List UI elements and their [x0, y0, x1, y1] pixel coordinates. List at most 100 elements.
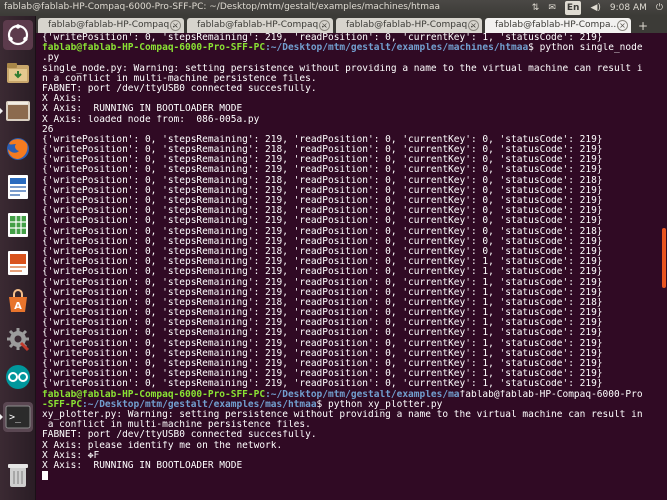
line-text: {'writePosition': 0, 'stepsRemaining': 2…: [42, 175, 603, 186]
terminal-window-icon[interactable]: [0, 96, 33, 126]
power-icon[interactable]: ⏻: [656, 1, 663, 15]
prompt-user: -SFF-PC: [42, 399, 83, 410]
files-icon[interactable]: [3, 58, 33, 88]
line-text: {'writePosition': 0, 'stepsRemaining': 2…: [42, 338, 603, 349]
terminal-line: {'writePosition': 0, 'stepsRemaining': 2…: [42, 196, 660, 206]
line-text: {'writePosition': 0, 'stepsRemaining': 2…: [42, 318, 603, 329]
close-tab-icon[interactable]: ×: [170, 20, 181, 31]
terminal-line: {'writePosition': 0, 'stepsRemaining': 2…: [42, 318, 660, 328]
terminal-scrollbar[interactable]: [660, 33, 667, 500]
line-text: {'writePosition': 0, 'stepsRemaining': 2…: [42, 206, 603, 217]
prompt-path: :~/Desktop/mtm/gestalt/examples/mas/htma…: [82, 399, 317, 410]
line-text: {'writePosition': 0, 'stepsRemaining': 2…: [42, 196, 603, 206]
clock[interactable]: 9:08 AM: [610, 1, 647, 15]
close-tab-icon[interactable]: ×: [319, 20, 330, 31]
line-text: X Axis: RUNNING IN BOOTLOADER MODE: [42, 104, 243, 115]
terminal-line: {'writePosition': 0, 'stepsRemaining': 2…: [42, 216, 660, 226]
launcher: A >_: [0, 16, 36, 500]
line-text: {'writePosition': 0, 'stepsRemaining': 2…: [42, 246, 603, 257]
arduino-icon[interactable]: [3, 362, 33, 392]
terminal-tab[interactable]: fablab@fablab-HP-Compaq... ×: [187, 18, 333, 33]
line-text: a conflict in multi-machine persistence …: [42, 420, 311, 431]
line-text: {'writePosition': 0, 'stepsRemaining': 2…: [42, 369, 603, 380]
terminal-line: X Axis:: [42, 94, 660, 104]
volume-icon[interactable]: ◀): [590, 1, 600, 15]
trash-icon[interactable]: [3, 460, 33, 490]
terminal-line: {'writePosition': 0, 'stepsRemaining': 2…: [42, 237, 660, 247]
terminal-line: {'writePosition': 0, 'stepsRemaining': 2…: [42, 135, 660, 145]
terminal-tab-active[interactable]: fablab@fablab-HP-Compa... ×: [485, 18, 631, 33]
tab-label: fablab@fablab-HP-Compaq...: [346, 20, 476, 30]
terminal-line: {'writePosition': 0, 'stepsRemaining': 2…: [42, 165, 660, 175]
terminal-line: FABNET: port /dev/ttyUSB0 connected succ…: [42, 84, 660, 94]
terminal-line: {'writePosition': 0, 'stepsRemaining': 2…: [42, 155, 660, 165]
terminal-line: {'writePosition': 0, 'stepsRemaining': 2…: [42, 349, 660, 359]
terminal-line: fablab@fablab-HP-Compaq-6000-Pro-SFF-PC:…: [42, 43, 660, 53]
terminal-line: 26: [42, 125, 660, 135]
line-text: {'writePosition': 0, 'stepsRemaining': 2…: [42, 134, 603, 145]
terminal-tab[interactable]: fablab@fablab-HP-Compaq... ×: [336, 18, 482, 33]
line-text: .py: [42, 53, 60, 64]
scrollbar-thumb[interactable]: [662, 228, 666, 288]
libreoffice-calc-icon[interactable]: [3, 210, 33, 240]
tab-label: fablab@fablab-HP-Compaq...: [197, 20, 327, 30]
terminal-line: fablab@fablab-HP-Compaq-6000-Pro-SFF-PC:…: [42, 390, 660, 400]
line-text: X Axis: please identify me on the networ…: [42, 440, 283, 451]
terminal-line: {'writePosition': 0, 'stepsRemaining': 2…: [42, 33, 660, 43]
keyboard-layout-indicator[interactable]: En: [564, 1, 582, 15]
terminal-line: {'writePosition': 0, 'stepsRemaining': 2…: [42, 206, 660, 216]
new-tab-icon[interactable]: +: [636, 19, 650, 33]
network-icon[interactable]: ⇅: [532, 1, 540, 15]
line-text: {'writePosition': 0, 'stepsRemaining': 2…: [42, 297, 603, 308]
line-text: n a conflict in multi-machine persistenc…: [42, 73, 317, 84]
line-text: {'writePosition': 0, 'stepsRemaining': 2…: [42, 185, 603, 196]
line-text: {'writePosition': 0, 'stepsRemaining': 2…: [42, 257, 603, 268]
top-menu-bar: fablab@fablab-HP-Compaq-6000-Pro-SFF-PC:…: [0, 0, 667, 16]
line-text: {'writePosition': 0, 'stepsRemaining': 2…: [42, 33, 603, 43]
prompt-user: fablab@fablab-HP-Compaq-6000-Pro-SFF-PC: [42, 43, 266, 54]
tab-label: fablab@fablab-HP-Compaq...: [48, 20, 178, 30]
terminal-line: {'writePosition': 0, 'stepsRemaining': 2…: [42, 339, 660, 349]
terminal-line: {'writePosition': 0, 'stepsRemaining': 2…: [42, 328, 660, 338]
line-text: xy_plotter.py: Warning: setting persiste…: [42, 409, 643, 420]
libreoffice-impress-icon[interactable]: [3, 248, 33, 278]
dash-icon[interactable]: [3, 20, 33, 50]
libreoffice-writer-icon[interactable]: [3, 172, 33, 202]
terminal-line: {'writePosition': 0, 'stepsRemaining': 2…: [42, 267, 660, 277]
line-text: X Axis:: [42, 94, 83, 105]
terminal-line: X Axis: ✥F: [42, 451, 660, 461]
firefox-icon[interactable]: [3, 134, 33, 164]
terminal-line: X Axis: RUNNING IN BOOTLOADER MODE: [42, 461, 660, 471]
line-text: {'writePosition': 0, 'stepsRemaining': 2…: [42, 216, 603, 227]
mail-icon[interactable]: ✉: [548, 1, 556, 15]
terminal-line: single_node.py: Warning: setting persist…: [42, 64, 660, 74]
window-title: fablab@fablab-HP-Compaq-6000-Pro-SFF-PC:…: [4, 2, 440, 12]
software-center-icon[interactable]: A: [3, 286, 33, 316]
terminal-line: .py: [42, 53, 660, 63]
terminal-tab-bar: fablab@fablab-HP-Compaq... × fablab@fabl…: [36, 16, 667, 33]
line-text: FABNET: port /dev/ttyUSB0 connected succ…: [42, 430, 317, 441]
line-text: {'writePosition': 0, 'stepsRemaining': 2…: [42, 155, 603, 166]
terminal-icon[interactable]: >_: [0, 402, 33, 432]
line-text: {'writePosition': 0, 'stepsRemaining': 2…: [42, 328, 603, 339]
line-text: {'writePosition': 0, 'stepsRemaining': 2…: [42, 226, 603, 237]
terminal-line: {'writePosition': 0, 'stepsRemaining': 2…: [42, 359, 660, 369]
terminal-line: X Axis: loaded node from: 086-005a.py: [42, 115, 660, 125]
line-text: {'writePosition': 0, 'stepsRemaining': 2…: [42, 287, 603, 298]
close-tab-icon[interactable]: ×: [617, 20, 628, 31]
close-tab-icon[interactable]: ×: [468, 20, 479, 31]
terminal-line: {'writePosition': 0, 'stepsRemaining': 2…: [42, 227, 660, 237]
system-tray: ⇅ ✉ En ◀) 9:08 AM ⏻: [532, 1, 663, 15]
line-text: {'writePosition': 0, 'stepsRemaining': 2…: [42, 379, 603, 390]
terminal-tab[interactable]: fablab@fablab-HP-Compaq... ×: [38, 18, 184, 33]
terminal-output[interactable]: {'writePosition': 0, 'stepsRemaining': 2…: [36, 33, 660, 500]
line-text: X Axis: loaded node from: 086-005a.py: [42, 114, 260, 125]
terminal-line: {'writePosition': 0, 'stepsRemaining': 2…: [42, 379, 660, 389]
line-text: $ python single_node: [528, 43, 643, 54]
terminal-line: -SFF-PC:~/Desktop/mtm/gestalt/examples/m…: [42, 400, 660, 410]
prompt-path: :~/Desktop/mtm/gestalt/examples/ma: [265, 389, 460, 400]
prompt-user: fablab@fablab-HP-Compaq-6000-Pro-SFF-PC: [42, 389, 266, 400]
terminal-line: {'writePosition': 0, 'stepsRemaining': 2…: [42, 257, 660, 267]
system-settings-icon[interactable]: [3, 324, 33, 354]
terminal-line: X Axis: RUNNING IN BOOTLOADER MODE: [42, 104, 660, 114]
